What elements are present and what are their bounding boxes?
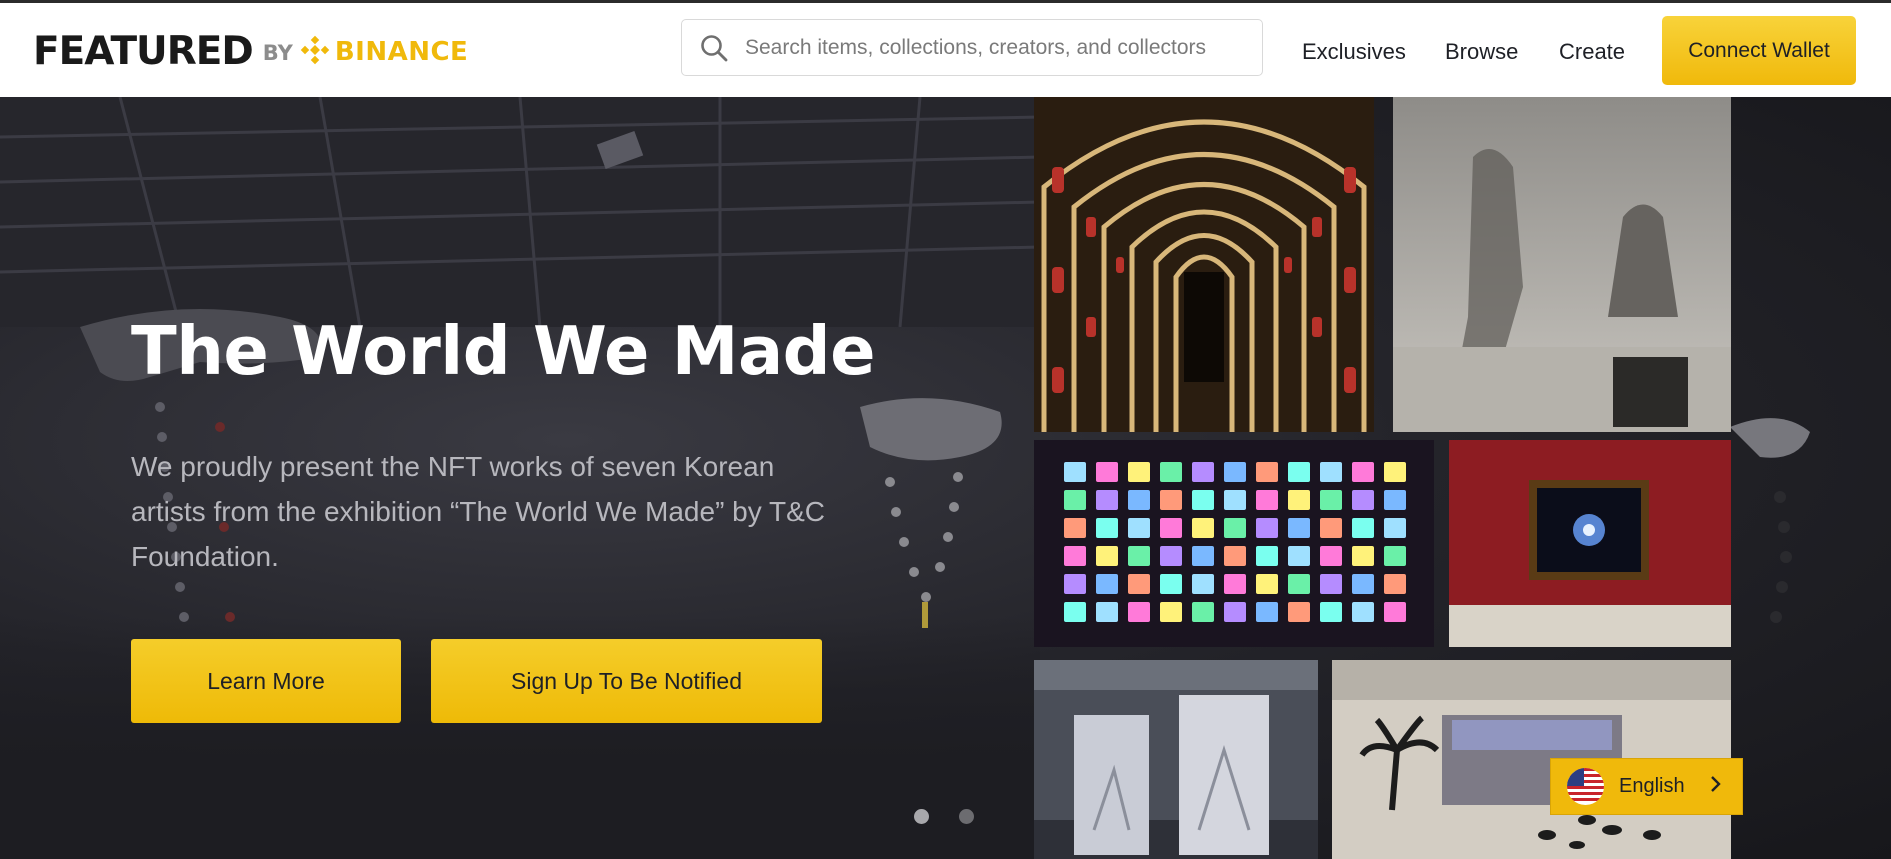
artwork-framed-painting-image (1449, 440, 1731, 647)
screen-tile (1352, 574, 1374, 594)
screen-tile (1064, 546, 1086, 566)
screen-tile (1256, 490, 1278, 510)
language-selector[interactable]: English (1550, 758, 1743, 815)
screen-tile (1160, 518, 1182, 538)
connect-wallet-button[interactable]: Connect Wallet (1662, 16, 1856, 85)
artwork-shadow-figure-image (1393, 97, 1731, 432)
hero-banner: The World We Made We proudly present the… (0, 97, 1891, 859)
screen-tile (1064, 490, 1086, 510)
screen-tile (1096, 490, 1118, 510)
search-input[interactable] (745, 35, 1225, 60)
screen-tile (1352, 518, 1374, 538)
screen-tile (1064, 602, 1086, 622)
carousel-dot-2[interactable] (959, 809, 974, 824)
screen-tile (1256, 574, 1278, 594)
screen-tile (1320, 574, 1342, 594)
screen-tile (1384, 546, 1406, 566)
screen-tile (1384, 574, 1406, 594)
screen-tile (1384, 490, 1406, 510)
artwork-arch-tunnel-image (1034, 97, 1374, 432)
screen-tile (1224, 546, 1246, 566)
background-sculpture-far-right (1730, 418, 1810, 623)
screen-tile (1384, 462, 1406, 482)
screen-tile (1320, 602, 1342, 622)
screen-tile (1192, 462, 1214, 482)
screen-tile (1192, 490, 1214, 510)
logo-by-text: BY (262, 41, 293, 65)
binance-logo-icon (299, 34, 331, 71)
screen-tile (1224, 574, 1246, 594)
screen-tile (1096, 574, 1118, 594)
screen-tile (1096, 462, 1118, 482)
screen-tile (1384, 602, 1406, 622)
artwork-white-panels-image (1034, 660, 1318, 859)
screen-tile (1352, 462, 1374, 482)
screen-tile (1352, 490, 1374, 510)
screen-tile (1224, 518, 1246, 538)
language-label: English (1619, 775, 1685, 797)
us-flag-icon (1567, 768, 1604, 805)
nav-browse[interactable]: Browse (1445, 39, 1518, 65)
chevron-right-icon (1709, 774, 1723, 799)
screen-tile (1064, 518, 1086, 538)
screen-tile (1096, 546, 1118, 566)
screen-tile (1288, 602, 1310, 622)
background-sculpture-right (860, 398, 1002, 628)
screen-tile (1128, 546, 1150, 566)
screen-tile (1160, 490, 1182, 510)
screen-tile (1224, 490, 1246, 510)
search-icon (697, 31, 731, 65)
nav-exclusives[interactable]: Exclusives (1302, 39, 1406, 65)
screen-tile (1288, 546, 1310, 566)
screen-tile (1064, 574, 1086, 594)
hero-title: The World We Made (131, 312, 876, 390)
screen-tile (1384, 518, 1406, 538)
carousel-dot-1[interactable] (914, 809, 929, 824)
artwork-glowing-screens-image (1034, 440, 1434, 647)
screen-tile (1160, 574, 1182, 594)
screen-tile (1288, 462, 1310, 482)
screen-tile (1352, 546, 1374, 566)
screen-tile (1160, 462, 1182, 482)
screen-tile (1256, 462, 1278, 482)
screen-tile (1320, 462, 1342, 482)
screen-tile (1256, 546, 1278, 566)
screen-tile (1352, 602, 1374, 622)
screen-tile (1192, 574, 1214, 594)
screen-tile (1288, 490, 1310, 510)
screen-tile (1192, 518, 1214, 538)
screen-tile (1096, 602, 1118, 622)
screen-tile (1128, 462, 1150, 482)
screen-tile (1224, 602, 1246, 622)
screen-tile (1128, 602, 1150, 622)
logo-wordmark: FEATURED (33, 28, 254, 74)
learn-more-button[interactable]: Learn More (131, 639, 401, 723)
screen-tile (1320, 490, 1342, 510)
navbar: FEATURED BY BINANCE Exclusives Br (0, 3, 1891, 97)
search-bar[interactable] (681, 19, 1263, 76)
screen-tile (1128, 518, 1150, 538)
screen-tile (1064, 462, 1086, 482)
screen-tile (1192, 602, 1214, 622)
screen-tile (1256, 602, 1278, 622)
sign-up-notified-button[interactable]: Sign Up To Be Notified (431, 639, 822, 723)
screen-tile (1288, 574, 1310, 594)
screen-tile (1256, 518, 1278, 538)
hero-description: We proudly present the NFT works of seve… (131, 451, 826, 572)
screen-tile (1096, 518, 1118, 538)
screen-tile (1288, 518, 1310, 538)
nav-create[interactable]: Create (1559, 39, 1625, 65)
featured-by-binance-logo[interactable]: FEATURED BY BINANCE (33, 29, 468, 73)
screen-tile (1224, 462, 1246, 482)
screen-tile (1128, 490, 1150, 510)
screen-tile (1128, 574, 1150, 594)
screen-tile (1192, 546, 1214, 566)
screen-tile (1160, 546, 1182, 566)
screen-tile (1160, 602, 1182, 622)
screen-tile (1320, 518, 1342, 538)
logo-partner-text: BINANCE (334, 37, 469, 67)
screen-tile (1320, 546, 1342, 566)
